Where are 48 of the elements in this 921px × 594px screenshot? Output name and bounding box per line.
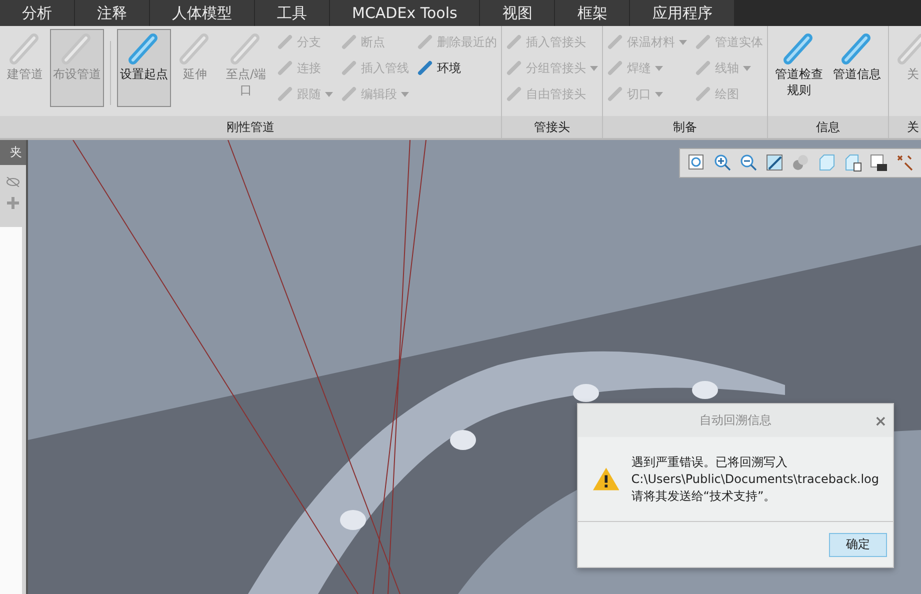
pipe-segment-icon [417,34,433,50]
warning-icon [593,467,620,491]
pipe-segment-icon [607,86,623,102]
ribbon-button[interactable]: 设置起点 [117,29,171,107]
zoom-out-icon[interactable] [740,154,758,172]
ribbon-tab[interactable]: 应用程序 [630,0,734,26]
pipe-segment-icon [277,60,293,76]
pipe-segment-icon [607,60,623,76]
group-label: 管接头 [502,116,602,138]
group-label: 刚性管道 [0,116,501,138]
ribbon-tab[interactable]: 框架 [555,0,630,26]
zoom-fit-icon[interactable] [688,154,706,172]
pipe-segment-icon [277,86,293,102]
panel-title: 夹 [0,140,26,165]
eye-icon[interactable] [6,177,20,187]
dialog-message: 遇到严重错误。已将回溯写入 [631,454,788,470]
ribbon-tab[interactable]: 工具 [255,0,329,26]
ribbon-tab[interactable]: 注释 [75,0,149,26]
pipe-segment-icon [607,34,623,50]
zoom-in-icon[interactable] [714,154,732,172]
pipe-segment-icon [417,60,433,76]
group-label: 信息 [768,116,888,138]
ribbon-button[interactable]: 管道检查规则 [772,29,826,107]
square-icon[interactable] [766,154,784,172]
ribbon-tab[interactable]: MCADEx Tools [330,0,480,26]
pipe-segment-icon [506,86,522,102]
ribbon-button[interactable]: 管道信息 [830,29,884,107]
group-label: 制备 [603,116,767,138]
pipe-segment-icon [277,34,293,50]
pipe-segment-icon [695,60,711,76]
pipe-segment-icon [341,60,357,76]
pipe-segment-icon [506,60,522,76]
ok-button[interactable]: 确定 [829,532,887,556]
pipe-segment-icon [506,34,522,50]
dialog-title: 自动回溯信息 [700,412,772,429]
ribbon-button[interactable]: 环境 [417,55,497,81]
ribbon-tab[interactable]: 人体模型 [150,0,254,26]
close-button[interactable]: × [874,412,887,430]
dialog-message: C:\Users\Public\Documents\traceback.log [631,470,879,488]
pipe-segment-icon [341,34,357,50]
dialog-message: 请将其发送给“技术支持”。 [631,488,777,504]
pipe-segment-icon [341,86,357,102]
pipe-segment-icon [695,34,711,50]
pipe-segment-icon [695,86,711,102]
ribbon-tab[interactable]: 视图 [480,0,554,26]
group-label: 关 [889,116,921,138]
cube-list-icon[interactable] [844,154,862,172]
ribbon-tab[interactable]: 分析 [0,0,74,26]
